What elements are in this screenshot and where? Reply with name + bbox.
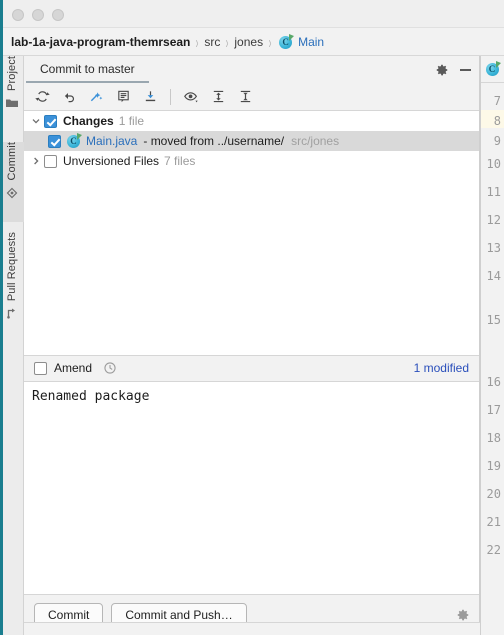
tree-node-main-java[interactable]: C Main.java - moved from ../username/ sr… bbox=[24, 131, 479, 151]
breadcrumb-item-jones[interactable]: jones bbox=[234, 35, 263, 49]
sidebar-item-project[interactable]: Project bbox=[0, 56, 24, 138]
commit-tool-window-header: Commit to master bbox=[24, 56, 479, 83]
chevron-down-icon[interactable] bbox=[28, 113, 44, 129]
line-number: 12 bbox=[486, 213, 501, 227]
pull-request-icon bbox=[5, 306, 19, 320]
java-class-icon: C bbox=[279, 33, 295, 49]
unversioned-files-count: 7 files bbox=[164, 154, 196, 168]
zoom-button[interactable] bbox=[52, 9, 64, 21]
traffic-lights bbox=[12, 9, 64, 21]
line-number: 10 bbox=[486, 157, 501, 171]
line-number: 19 bbox=[486, 459, 501, 473]
commit-toolbar bbox=[24, 83, 479, 111]
diff-icon[interactable] bbox=[111, 86, 135, 108]
folder-icon bbox=[5, 96, 19, 110]
ide-window: lab-1a-java-program-themrsean › src › jo… bbox=[0, 0, 504, 635]
line-number: 13 bbox=[486, 241, 501, 255]
breadcrumb-separator: › bbox=[225, 31, 229, 52]
changes-count: 1 file bbox=[118, 114, 145, 128]
java-class-icon: C bbox=[485, 61, 501, 76]
unversioned-files-checkbox[interactable] bbox=[44, 154, 57, 168]
main-java-label[interactable]: Main.java bbox=[86, 134, 137, 148]
chevron-right-icon[interactable] bbox=[28, 153, 44, 169]
eye-dropdown-icon[interactable] bbox=[179, 86, 203, 108]
gear-icon[interactable] bbox=[456, 608, 470, 622]
tree-node-unversioned-files[interactable]: Unversioned Files 7 files bbox=[24, 151, 479, 171]
tool-window-actions bbox=[435, 56, 471, 83]
main-java-checkbox[interactable] bbox=[48, 134, 61, 148]
sidebar-item-commit[interactable]: Commit bbox=[0, 142, 24, 222]
toolbar-separator bbox=[170, 88, 171, 105]
changes-tree[interactable]: Changes 1 file C Main.java - moved from … bbox=[24, 111, 479, 356]
breadcrumb-item-project[interactable]: lab-1a-java-program-themrsean bbox=[11, 35, 190, 49]
main-java-detail: - moved from ../username/ bbox=[143, 134, 285, 148]
shelve-icon[interactable] bbox=[84, 86, 108, 108]
tab-commit-to-master[interactable]: Commit to master bbox=[26, 56, 149, 83]
editor-tab-main[interactable]: C bbox=[481, 56, 504, 83]
sidebar-item-pull-requests[interactable]: Pull Requests bbox=[0, 232, 24, 350]
line-number: 18 bbox=[486, 431, 501, 445]
title-bar bbox=[0, 0, 504, 28]
line-number: 22 bbox=[486, 543, 501, 557]
breadcrumb-separator: › bbox=[268, 31, 272, 52]
expand-all-icon[interactable] bbox=[206, 86, 230, 108]
breadcrumb-separator: › bbox=[195, 31, 199, 52]
refresh-icon[interactable] bbox=[30, 86, 54, 108]
unversioned-files-label: Unversioned Files bbox=[63, 154, 160, 168]
tree-node-changes[interactable]: Changes 1 file bbox=[24, 111, 479, 131]
line-number: 21 bbox=[486, 515, 501, 529]
modified-status: 1 modified bbox=[413, 361, 469, 375]
line-number: 15 bbox=[486, 313, 501, 327]
java-class-icon: C bbox=[67, 133, 82, 148]
line-number: 17 bbox=[486, 403, 501, 417]
changes-label: Changes bbox=[63, 114, 114, 128]
line-number: 7 bbox=[493, 94, 501, 108]
gear-icon[interactable] bbox=[435, 63, 449, 77]
collapse-all-icon[interactable] bbox=[233, 86, 257, 108]
commit-message-input[interactable]: Renamed package bbox=[24, 381, 479, 595]
close-button[interactable] bbox=[12, 9, 24, 21]
breadcrumb-item-src[interactable]: src bbox=[204, 35, 220, 49]
breadcrumb: lab-1a-java-program-themrsean › src › jo… bbox=[0, 28, 504, 56]
breadcrumb-item-main[interactable]: Main bbox=[298, 35, 324, 49]
line-number: 8 bbox=[493, 114, 501, 128]
amend-checkbox[interactable] bbox=[34, 361, 47, 375]
minimize-button[interactable] bbox=[32, 9, 44, 21]
editor-gutter[interactable]: 7 8 9 10 11 12 13 14 15 16 17 18 19 20 2… bbox=[481, 83, 504, 635]
left-tool-strip: Project Commit Pull Requests bbox=[0, 56, 24, 635]
line-number: 16 bbox=[486, 375, 501, 389]
rollback-icon[interactable] bbox=[57, 86, 81, 108]
sidebar-item-label: Commit bbox=[6, 142, 18, 181]
editor-pane: C 7 8 9 10 11 12 13 14 15 16 17 18 19 20… bbox=[480, 56, 504, 635]
status-bar-sliver bbox=[24, 622, 480, 635]
main-java-path: src/jones bbox=[291, 134, 340, 148]
amend-bar: Amend 1 modified bbox=[24, 355, 479, 382]
line-number: 9 bbox=[493, 134, 501, 148]
commit-diamond-icon bbox=[5, 186, 19, 200]
line-number: 11 bbox=[486, 185, 501, 199]
changes-checkbox[interactable] bbox=[44, 114, 57, 128]
minimize-icon[interactable] bbox=[460, 68, 471, 71]
sidebar-item-label: Project bbox=[6, 56, 18, 91]
download-icon[interactable] bbox=[138, 86, 162, 108]
amend-label: Amend bbox=[54, 361, 93, 375]
commit-tool-window: Commit to master Changes 1 file C Main.j… bbox=[24, 56, 480, 635]
sidebar-item-label: Pull Requests bbox=[6, 232, 18, 302]
window-edge-stripe bbox=[0, 0, 3, 635]
clock-icon[interactable] bbox=[103, 361, 117, 375]
line-number: 20 bbox=[486, 487, 501, 501]
line-number: 14 bbox=[486, 269, 501, 283]
